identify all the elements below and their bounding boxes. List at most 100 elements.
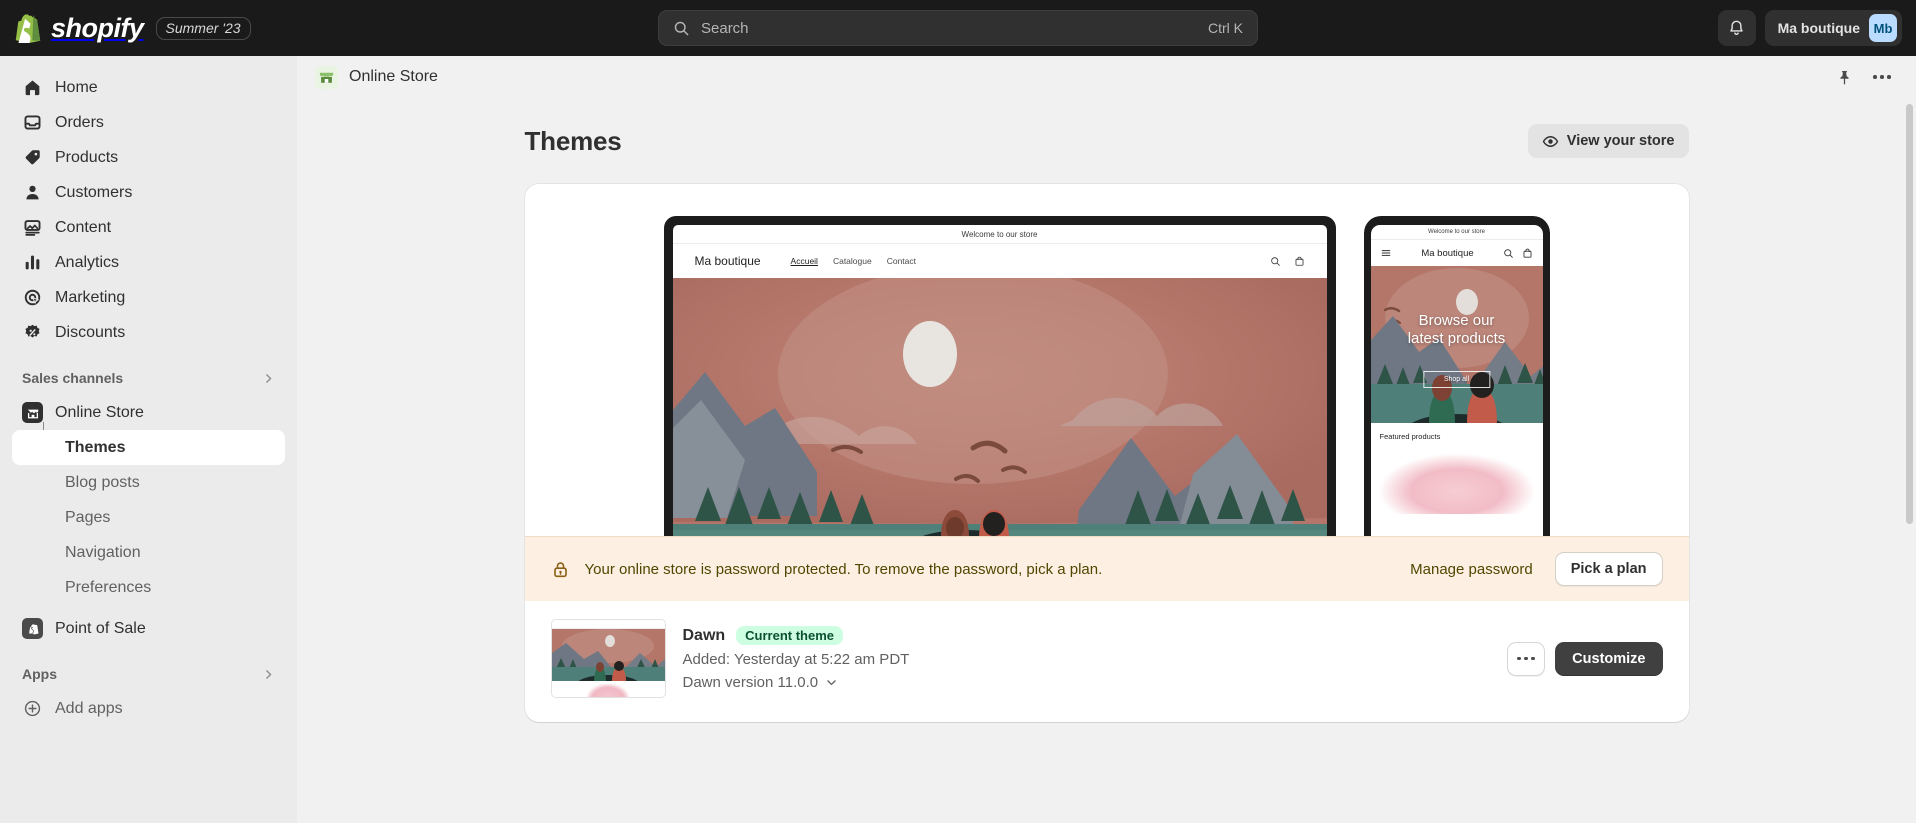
mobile-hero-heading: Browse our latest products bbox=[1371, 312, 1543, 347]
bell-icon bbox=[1727, 19, 1746, 38]
sidebar-item-label: Orders bbox=[55, 114, 104, 132]
mobile-storefront-nav: Ma boutique bbox=[1371, 240, 1543, 266]
hamburger-menu-icon[interactable] bbox=[1380, 247, 1392, 259]
sidebar-item-blog-posts[interactable]: Blog posts bbox=[12, 465, 285, 500]
account-menu-button[interactable]: Ma boutique Mb bbox=[1765, 10, 1902, 46]
storefront-nav-icons bbox=[1270, 256, 1305, 267]
sidebar-item-products[interactable]: Products bbox=[12, 140, 285, 175]
season-badge: Summer '23 bbox=[156, 17, 251, 40]
shopify-wordmark: shopify bbox=[51, 13, 144, 44]
store-name-label: Ma boutique bbox=[1778, 20, 1860, 36]
notifications-button[interactable] bbox=[1718, 10, 1756, 46]
chevron-right-icon bbox=[262, 372, 275, 385]
breadcrumb-label: Online Store bbox=[349, 68, 438, 86]
view-your-store-button[interactable]: View your store bbox=[1528, 124, 1689, 158]
mobile-shop-all-button[interactable]: Shop all bbox=[1423, 371, 1490, 388]
sidebar-item-customers[interactable]: Customers bbox=[12, 175, 285, 210]
orders-inbox-icon bbox=[22, 112, 43, 133]
discount-badge-icon bbox=[22, 322, 43, 343]
more-horizontal-icon bbox=[1517, 657, 1535, 661]
sidebar-item-label: Analytics bbox=[55, 254, 119, 272]
sidebar-item-label: Customers bbox=[55, 184, 132, 202]
sidebar-item-online-store[interactable]: Online Store bbox=[12, 395, 285, 430]
content-image-icon bbox=[22, 217, 43, 238]
sidebar-item-analytics[interactable]: Analytics bbox=[12, 245, 285, 280]
storefront-logo: Ma boutique bbox=[695, 254, 761, 268]
body-split: Home Orders Products Customers Content bbox=[0, 56, 1916, 823]
avatar: Mb bbox=[1869, 14, 1897, 42]
add-circle-icon bbox=[22, 698, 43, 719]
page-title: Themes bbox=[525, 126, 622, 157]
sidebar-section-sales-channels[interactable]: Sales channels bbox=[12, 361, 285, 395]
sidebar-item-content[interactable]: Content bbox=[12, 210, 285, 245]
sidebar-item-label: Content bbox=[55, 219, 111, 237]
sidebar: Home Orders Products Customers Content bbox=[0, 56, 297, 823]
section-label: Apps bbox=[22, 666, 57, 682]
sidebar-item-label: Products bbox=[55, 149, 118, 167]
sidebar-item-label: Discounts bbox=[55, 324, 125, 342]
manage-password-button[interactable]: Manage password bbox=[1410, 561, 1533, 578]
desktop-storefront-nav: Ma boutique Accueil Catalogue Contact bbox=[673, 244, 1327, 278]
chevron-down-icon bbox=[825, 676, 838, 689]
theme-card: Welcome to our store Ma boutique Accueil… bbox=[525, 184, 1689, 722]
theme-added-date: Added: Yesterday at 5:22 am PDT bbox=[683, 651, 910, 668]
customize-button[interactable]: Customize bbox=[1555, 642, 1662, 676]
product-tag-icon bbox=[22, 147, 43, 168]
sidebar-item-orders[interactable]: Orders bbox=[12, 105, 285, 140]
shopping-bag-icon[interactable] bbox=[1294, 256, 1305, 267]
page-more-button[interactable] bbox=[1866, 62, 1898, 92]
marketing-target-icon bbox=[22, 287, 43, 308]
nav-link-contact[interactable]: Contact bbox=[887, 256, 916, 266]
mobile-featured-product-image bbox=[1380, 454, 1534, 514]
analytics-bars-icon bbox=[22, 252, 43, 273]
theme-row: Dawn Current theme Added: Yesterday at 5… bbox=[525, 601, 1689, 722]
view-your-store-label: View your store bbox=[1567, 133, 1675, 149]
scrollbar-thumb[interactable] bbox=[1906, 104, 1913, 524]
theme-meta: Dawn Current theme Added: Yesterday at 5… bbox=[683, 626, 910, 691]
sidebar-item-point-of-sale[interactable]: Point of Sale bbox=[12, 611, 285, 646]
nav-link-accueil[interactable]: Accueil bbox=[791, 256, 818, 266]
sidebar-item-label: Point of Sale bbox=[55, 620, 146, 638]
sidebar-item-label: Marketing bbox=[55, 289, 125, 307]
desktop-hero-illustration bbox=[673, 278, 1327, 536]
sidebar-section-apps[interactable]: Apps bbox=[12, 657, 285, 691]
sidebar-item-label: Blog posts bbox=[65, 474, 140, 492]
brand-area: shopify Summer '23 bbox=[0, 13, 251, 44]
sidebar-item-navigation[interactable]: Navigation bbox=[12, 535, 285, 570]
search-icon[interactable] bbox=[1503, 248, 1514, 259]
search-input[interactable]: Search Ctrl K bbox=[658, 10, 1258, 46]
eye-icon bbox=[1542, 133, 1559, 150]
nav-link-catalogue[interactable]: Catalogue bbox=[833, 256, 872, 266]
shopify-logo-link[interactable]: shopify bbox=[14, 13, 144, 44]
sidebar-item-themes[interactable]: Themes bbox=[12, 430, 285, 465]
sidebar-item-pages[interactable]: Pages bbox=[12, 500, 285, 535]
mobile-preview: Welcome to our store Ma boutique bbox=[1364, 216, 1550, 536]
search-icon[interactable] bbox=[1270, 256, 1281, 267]
point-of-sale-icon bbox=[22, 618, 43, 639]
sidebar-item-add-apps[interactable]: Add apps bbox=[12, 691, 285, 726]
sidebar-item-preferences[interactable]: Preferences bbox=[12, 570, 285, 605]
theme-version-label: Dawn version 11.0.0 bbox=[683, 674, 819, 691]
theme-thumbnail bbox=[551, 619, 666, 698]
page-header-bar: Online Store bbox=[297, 56, 1916, 98]
topbar-right-actions: Ma boutique Mb bbox=[1718, 10, 1916, 46]
sidebar-item-discounts[interactable]: Discounts bbox=[12, 315, 285, 350]
pick-a-plan-button[interactable]: Pick a plan bbox=[1555, 552, 1663, 586]
desktop-announcement-bar: Welcome to our store bbox=[673, 225, 1327, 244]
main-content: Online Store Themes bbox=[297, 56, 1916, 823]
mobile-announcement-bar: Welcome to our store bbox=[1371, 225, 1543, 240]
password-banner-actions: Manage password Pick a plan bbox=[1410, 552, 1662, 586]
shopping-bag-icon[interactable] bbox=[1522, 248, 1533, 259]
breadcrumb[interactable]: Online Store bbox=[315, 66, 438, 89]
sidebar-item-home[interactable]: Home bbox=[12, 70, 285, 105]
sidebar-item-marketing[interactable]: Marketing bbox=[12, 280, 285, 315]
sidebar-item-label: Pages bbox=[65, 509, 110, 527]
scroll-area[interactable]: Themes View your store bbox=[297, 98, 1916, 823]
sidebar-item-label: Home bbox=[55, 79, 98, 97]
current-theme-badge: Current theme bbox=[736, 626, 843, 645]
theme-more-button[interactable] bbox=[1507, 642, 1545, 676]
theme-version-selector[interactable]: Dawn version 11.0.0 bbox=[683, 674, 910, 691]
pin-button[interactable] bbox=[1828, 62, 1860, 92]
online-store-subtree: Themes Blog posts Pages Navigation Prefe… bbox=[12, 430, 285, 605]
lock-icon bbox=[551, 560, 570, 579]
